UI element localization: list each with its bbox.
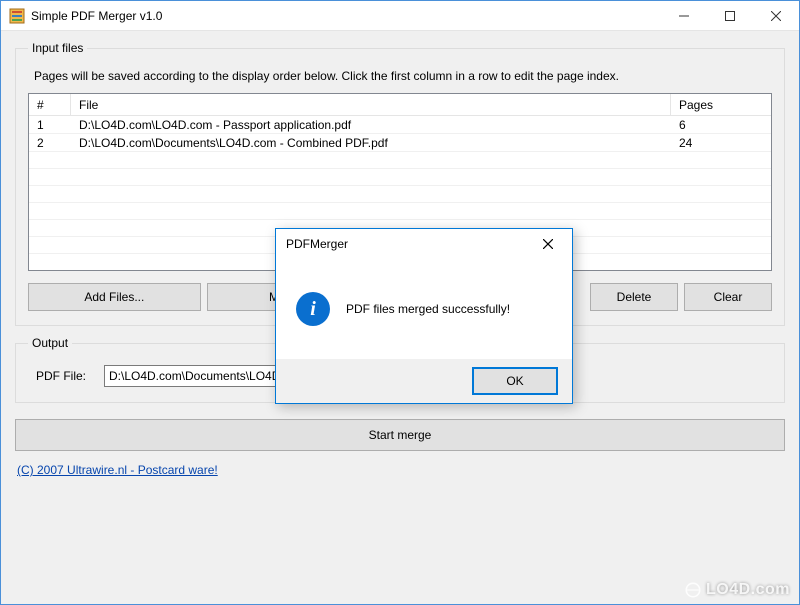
input-files-legend: Input files	[28, 41, 87, 55]
dialog-footer: OK	[276, 359, 572, 403]
output-label: PDF File:	[36, 369, 94, 383]
app-icon	[9, 8, 25, 24]
delete-button[interactable]: Delete	[590, 283, 678, 311]
start-merge-button[interactable]: Start merge	[15, 419, 785, 451]
cell-file: D:\LO4D.com\LO4D.com - Passport applicat…	[71, 117, 671, 133]
table-header: # File Pages	[29, 94, 771, 116]
cell-index[interactable]: 2	[29, 135, 71, 151]
col-pages[interactable]: Pages	[671, 94, 771, 115]
footer-link[interactable]: (C) 2007 Ultrawire.nl - Postcard ware!	[17, 463, 218, 477]
dialog-message: PDF files merged successfully!	[346, 302, 510, 316]
cell-file: D:\LO4D.com\Documents\LO4D.com - Combine…	[71, 135, 671, 151]
table-row[interactable]: 2 D:\LO4D.com\Documents\LO4D.com - Combi…	[29, 134, 771, 152]
col-index[interactable]: #	[29, 94, 71, 115]
info-icon: i	[296, 292, 330, 326]
minimize-button[interactable]	[661, 1, 707, 31]
input-hint: Pages will be saved according to the dis…	[34, 69, 772, 83]
add-files-button[interactable]: Add Files...	[28, 283, 201, 311]
cell-pages: 24	[671, 135, 771, 151]
window-title: Simple PDF Merger v1.0	[31, 9, 162, 23]
dialog-close-button[interactable]	[526, 230, 570, 258]
dialog-body: i PDF files merged successfully!	[276, 259, 572, 359]
clear-button[interactable]: Clear	[684, 283, 772, 311]
col-file[interactable]: File	[71, 94, 671, 115]
message-dialog: PDFMerger i PDF files merged successfull…	[275, 228, 573, 404]
maximize-button[interactable]	[707, 1, 753, 31]
dialog-ok-button[interactable]: OK	[472, 367, 558, 395]
titlebar: Simple PDF Merger v1.0	[1, 1, 799, 31]
cell-index[interactable]: 1	[29, 117, 71, 133]
output-legend: Output	[28, 336, 72, 350]
cell-pages: 6	[671, 117, 771, 133]
close-button[interactable]	[753, 1, 799, 31]
dialog-title: PDFMerger	[286, 237, 526, 251]
table-row[interactable]: 1 D:\LO4D.com\LO4D.com - Passport applic…	[29, 116, 771, 134]
dialog-titlebar: PDFMerger	[276, 229, 572, 259]
